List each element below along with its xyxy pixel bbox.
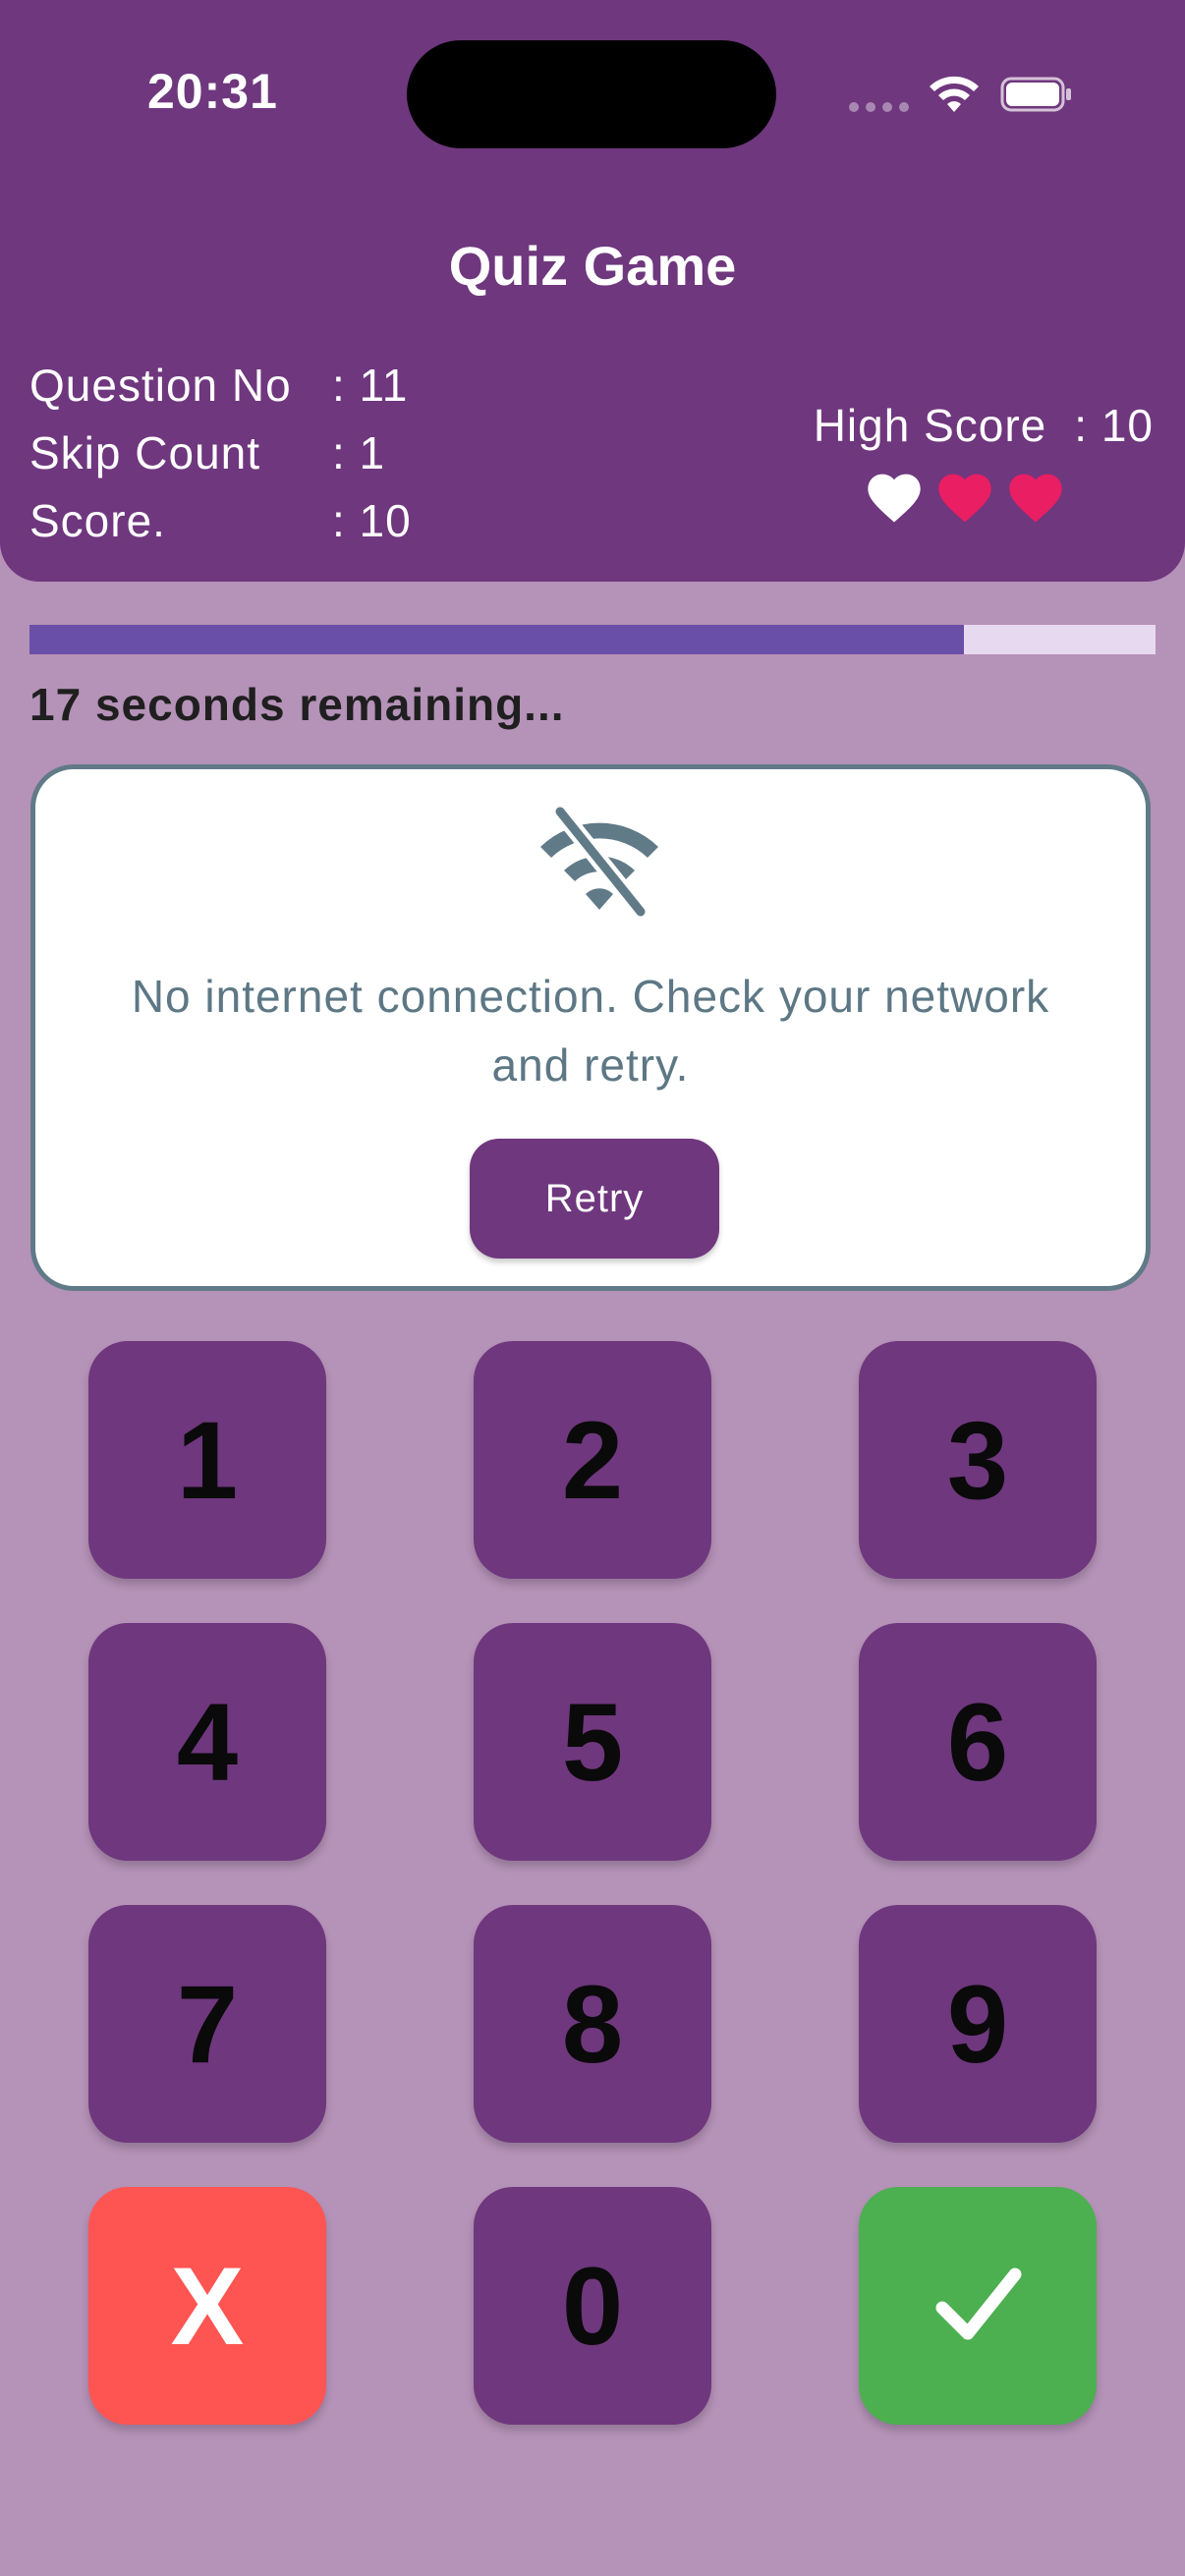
timer-progress-fill (29, 625, 965, 654)
error-message: No internet connection. Check your netwo… (131, 971, 1050, 1091)
key-7[interactable]: 7 (88, 1905, 326, 2143)
key-8[interactable]: 8 (474, 1905, 711, 2143)
key-6[interactable]: 6 (859, 1623, 1097, 1861)
battery-icon (1000, 77, 1071, 112)
app-header: 20:31 Quiz Game Question No : 11 Skip Co… (0, 0, 1185, 582)
high-score: High Score : 10 (814, 399, 1154, 452)
dynamic-island (407, 40, 776, 148)
lives-indicator (863, 466, 1067, 525)
stat-label: Question No (29, 360, 292, 411)
page-title: Quiz Game (448, 235, 737, 297)
stat-value: : 11 (332, 360, 409, 411)
stat-value: : 10 (332, 495, 412, 546)
check-icon (935, 2268, 1022, 2340)
key-4[interactable]: 4 (88, 1623, 326, 1861)
wifi-off-icon (540, 806, 658, 918)
wifi-icon (930, 76, 979, 112)
status-time: 20:31 (147, 64, 278, 119)
key-2[interactable]: 2 (474, 1341, 711, 1579)
score-stat: Score. : 10 (29, 487, 412, 555)
high-score-label: High Score (813, 400, 1047, 451)
submit-button[interactable] (859, 2187, 1097, 2425)
key-3[interactable]: 3 (859, 1341, 1097, 1579)
timer-progress-bar (29, 625, 1156, 654)
no-connection-card: No internet connection. Check your netwo… (30, 764, 1151, 1291)
timer-text: 17 seconds remaining... (29, 679, 565, 730)
key-9[interactable]: 9 (859, 1905, 1097, 2143)
retry-button[interactable]: Retry (470, 1139, 719, 1259)
heart-empty-icon (868, 474, 921, 523)
heart-full-icon (938, 474, 991, 523)
skip-count-stat: Skip Count : 1 (29, 420, 412, 487)
heart-full-icon (1009, 474, 1062, 523)
question-number-stat: Question No : 11 (29, 352, 412, 420)
stat-value: : 1 (332, 427, 386, 478)
stat-label: Skip Count (29, 427, 261, 478)
key-0[interactable]: 0 (474, 2187, 711, 2425)
stats-panel: Question No : 11 Skip Count : 1 Score. :… (29, 352, 412, 555)
stat-label: Score. (29, 495, 166, 546)
clear-button[interactable]: X (88, 2187, 326, 2425)
high-score-value: : 10 (1074, 400, 1154, 451)
cellular-signal-icon (849, 102, 909, 112)
key-5[interactable]: 5 (474, 1623, 711, 1861)
key-1[interactable]: 1 (88, 1341, 326, 1579)
